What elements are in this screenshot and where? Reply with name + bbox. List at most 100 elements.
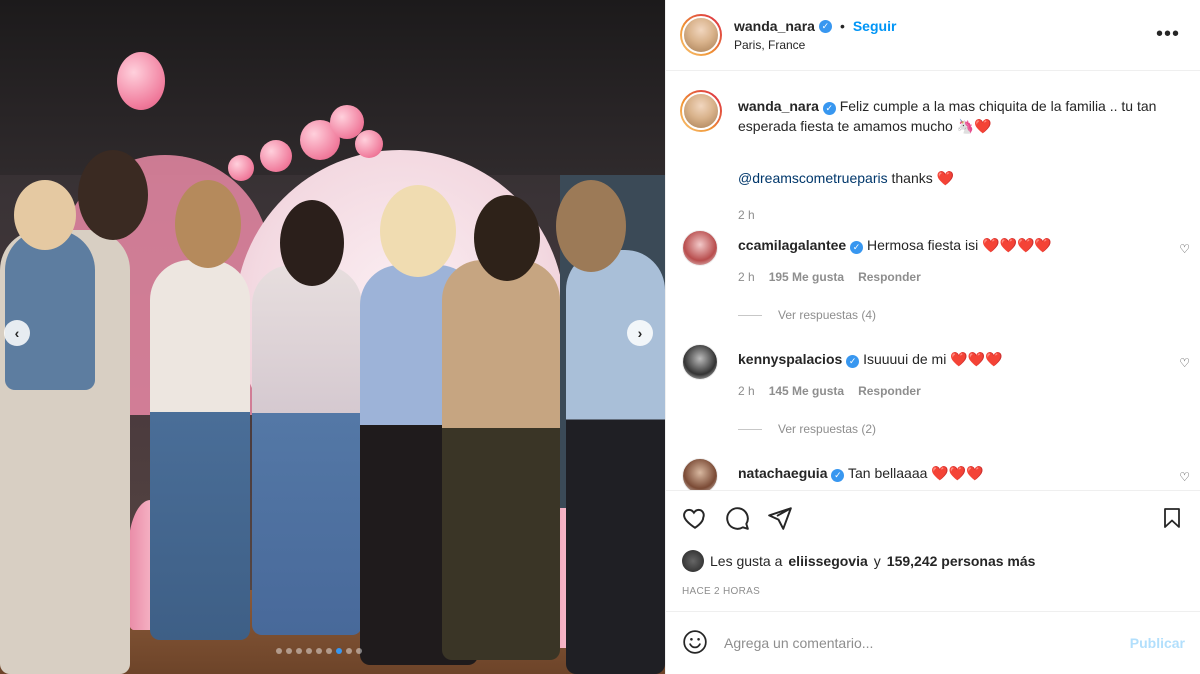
post-photo[interactable]: ‹ › bbox=[0, 0, 665, 674]
commenter-username[interactable]: kennyspalacios bbox=[738, 351, 842, 367]
like-heart-icon[interactable] bbox=[682, 505, 708, 534]
photo-person-head bbox=[380, 185, 456, 277]
caption-mention-line: @dreamscometrueparis thanks ❤️ bbox=[738, 170, 954, 187]
comment-time[interactable]: 2 h bbox=[738, 270, 755, 284]
comments-list[interactable]: wanda_nara ✓ Feliz cumple a la mas chiqu… bbox=[666, 72, 1200, 490]
comment-bubble-icon[interactable] bbox=[724, 505, 750, 534]
add-comment-bar: Publicar bbox=[666, 611, 1200, 674]
commenter-username[interactable]: natachaeguia bbox=[738, 465, 827, 481]
chevron-right-icon: › bbox=[637, 325, 643, 341]
view-replies-label: Ver respuestas (4) bbox=[778, 308, 877, 322]
reply-button[interactable]: Responder bbox=[858, 270, 921, 284]
comment-likes-count[interactable]: 145 Me gusta bbox=[769, 384, 844, 398]
comment-meta: 2 h 145 Me gusta Responder bbox=[738, 384, 921, 398]
previous-slide-button[interactable]: ‹ bbox=[4, 320, 30, 346]
view-replies-button[interactable]: Ver respuestas (4) bbox=[738, 308, 876, 322]
verified-badge-icon: ✓ bbox=[850, 241, 864, 254]
caption-time[interactable]: 2 h bbox=[738, 208, 755, 222]
author-row: wanda_nara ✓ • Seguir bbox=[734, 18, 896, 34]
caption-username[interactable]: wanda_nara bbox=[738, 98, 819, 114]
caption-mention-suffix: thanks bbox=[891, 170, 933, 186]
more-options-icon[interactable]: ••• bbox=[1156, 24, 1180, 44]
photo-person bbox=[5, 230, 95, 390]
view-replies-button[interactable]: Ver respuestas (2) bbox=[738, 422, 876, 436]
verified-badge-icon: ✓ bbox=[822, 101, 836, 115]
caption-mention-link[interactable]: @dreamscometrueparis bbox=[738, 170, 888, 186]
publish-button[interactable]: Publicar bbox=[1130, 635, 1185, 651]
photo-balloon bbox=[355, 130, 383, 158]
comment-likes-count[interactable]: 195 Me gusta bbox=[769, 270, 844, 284]
replies-divider bbox=[738, 314, 762, 316]
photo-person-head bbox=[175, 180, 241, 268]
likes-summary: Les gusta a eliissegovia y 159,242 perso… bbox=[682, 550, 1035, 572]
photo-person-head bbox=[14, 180, 76, 250]
comment-body: natachaeguia ✓ Tan bellaaaa ❤️❤️❤️ bbox=[738, 465, 984, 482]
comment-text: Tan bellaaaa bbox=[848, 465, 928, 481]
comment-meta: 2 h 195 Me gusta Responder bbox=[738, 270, 921, 284]
comment-input[interactable] bbox=[724, 635, 1130, 651]
heart-emoji: ❤️ bbox=[974, 118, 992, 134]
liker-avatar[interactable] bbox=[682, 550, 704, 572]
comment-text: Hermosa fiesta isi bbox=[866, 237, 979, 253]
carousel-dot bbox=[276, 648, 282, 654]
next-slide-button[interactable]: › bbox=[627, 320, 653, 346]
view-replies-label: Ver respuestas (2) bbox=[778, 422, 877, 436]
photo-person-head bbox=[556, 180, 626, 272]
verified-badge-icon: ✓ bbox=[831, 469, 845, 482]
follow-button[interactable]: Seguir bbox=[853, 18, 897, 34]
chevron-left-icon: ‹ bbox=[14, 325, 20, 341]
carousel-dots bbox=[276, 648, 362, 654]
comment-like-heart-icon[interactable]: ♡ bbox=[1179, 356, 1190, 370]
comment-body: ccamilagalantee ✓ Hermosa fiesta isi ❤️❤… bbox=[738, 237, 1052, 254]
carousel-dot bbox=[286, 648, 292, 654]
post-header: wanda_nara ✓ • Seguir Paris, France ••• bbox=[666, 0, 1200, 71]
photo-balloon bbox=[117, 52, 165, 110]
comment-text: Isuuuui de mi bbox=[863, 351, 947, 367]
carousel-dot bbox=[296, 648, 302, 654]
share-paper-plane-icon[interactable] bbox=[767, 505, 793, 534]
save-bookmark-icon[interactable] bbox=[1160, 505, 1184, 534]
comment-like-heart-icon[interactable]: ♡ bbox=[1179, 242, 1190, 256]
comment-body: kennyspalacios ✓ Isuuuui de mi ❤️❤️❤️ bbox=[738, 351, 1003, 368]
comment-hearts: ❤️❤️❤️ bbox=[950, 351, 1003, 367]
photo-person bbox=[566, 250, 665, 674]
caption-author-avatar[interactable] bbox=[680, 90, 722, 132]
post-timestamp[interactable]: HACE 2 HORAS bbox=[682, 586, 760, 597]
likes-others-link[interactable]: 159,242 personas más bbox=[887, 553, 1036, 569]
likes-conj: y bbox=[873, 553, 881, 569]
heart-emoji: ❤️ bbox=[936, 170, 955, 186]
caption-text-block: wanda_nara ✓ Feliz cumple a la mas chiqu… bbox=[738, 96, 1188, 136]
commenter-username[interactable]: ccamilagalantee bbox=[738, 237, 846, 253]
photo-person-head bbox=[78, 150, 148, 240]
photo-person bbox=[252, 265, 362, 635]
carousel-dot bbox=[306, 648, 312, 654]
replies-divider bbox=[738, 428, 762, 430]
comment-time[interactable]: 2 h bbox=[738, 384, 755, 398]
carousel-dot bbox=[336, 648, 342, 654]
commenter-avatar[interactable] bbox=[682, 230, 718, 266]
comment-hearts: ❤️❤️❤️❤️ bbox=[982, 237, 1052, 253]
avatar-image bbox=[682, 92, 720, 130]
carousel-dot bbox=[356, 648, 362, 654]
photo-balloon bbox=[260, 140, 292, 172]
commenter-avatar[interactable] bbox=[682, 344, 718, 380]
separator-dot: • bbox=[839, 18, 845, 34]
emoji-smiley-icon[interactable] bbox=[682, 629, 708, 658]
photo-person-head bbox=[280, 200, 344, 286]
comment-like-heart-icon[interactable]: ♡ bbox=[1179, 470, 1190, 484]
photo-person bbox=[150, 260, 250, 640]
photo-balloon bbox=[228, 155, 254, 181]
carousel-dot bbox=[316, 648, 322, 654]
action-bar bbox=[666, 490, 1200, 550]
author-username[interactable]: wanda_nara bbox=[734, 18, 815, 34]
commenter-avatar[interactable] bbox=[682, 458, 718, 490]
likes-prefix: Les gusta a bbox=[710, 553, 783, 569]
carousel-dot bbox=[346, 648, 352, 654]
photo-person bbox=[442, 260, 560, 660]
liker-username[interactable]: eliissegovia bbox=[788, 553, 867, 569]
post-location[interactable]: Paris, France bbox=[734, 38, 896, 52]
author-avatar[interactable] bbox=[680, 14, 722, 56]
reply-button[interactable]: Responder bbox=[858, 384, 921, 398]
avatar-image bbox=[682, 16, 720, 54]
carousel-dot bbox=[326, 648, 332, 654]
